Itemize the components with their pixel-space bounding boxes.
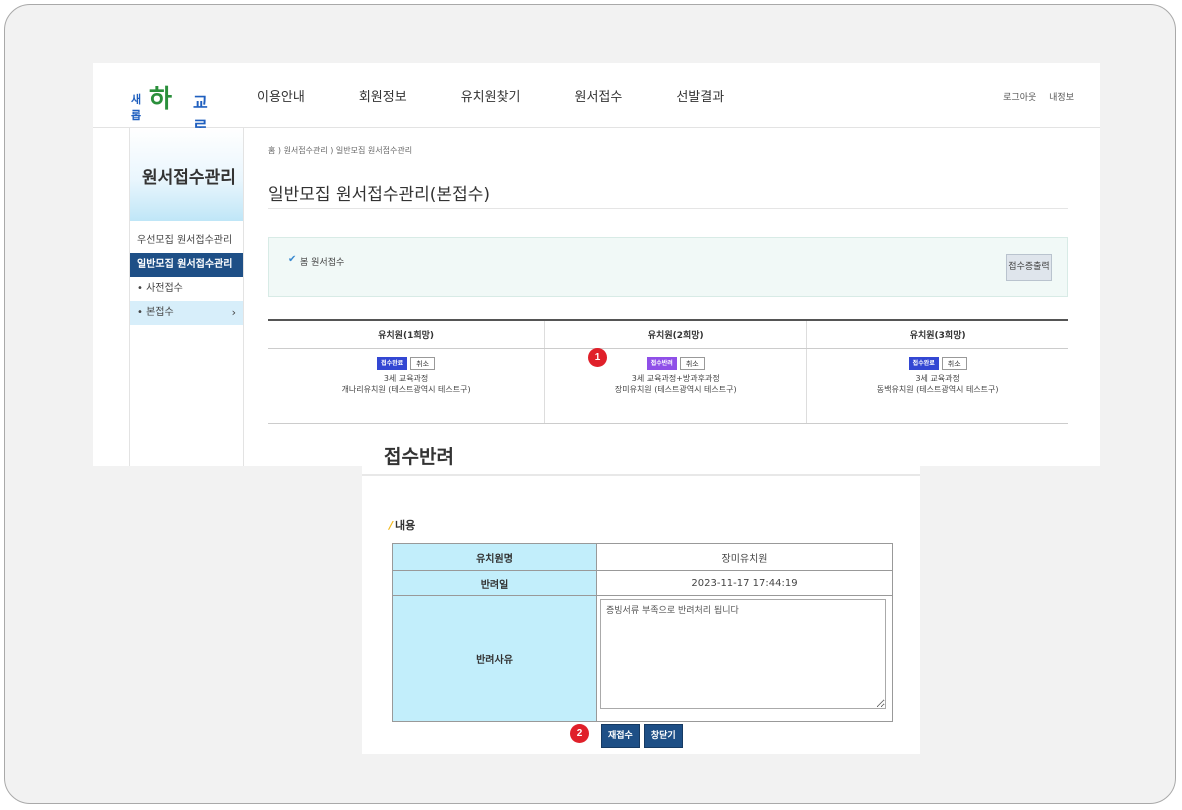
column-header: 유치원(1희망) <box>268 319 545 349</box>
table-row: 유치원명 장미유치원 <box>392 543 893 571</box>
status-badge[interactable]: 접수반려 <box>646 357 677 370</box>
sidebar-subitem-main-label: • 본접수 <box>137 307 174 318</box>
reject-info-table: 유치원명 장미유치원 반려일 2023-11-17 17:44:19 반려사유 … <box>392 543 893 722</box>
row-label: 반려사유 <box>392 595 597 722</box>
notice-box: ✔ 봄 원서접수 접수증출력 <box>268 237 1068 297</box>
notice-label: 봄 원서접수 <box>300 258 345 268</box>
print-receipt-button[interactable]: 접수증출력 <box>1006 254 1052 281</box>
reject-popup: 접수반려 / 내용 유치원명 장미유치원 반려일 2023-11-17 17:44… <box>362 432 920 754</box>
popup-divider <box>362 474 920 476</box>
row-value: 증빙서류 부족으로 반려처리 됩니다 <box>596 595 893 722</box>
logo-main-text: 하 <box>149 79 172 115</box>
reject-reason-textarea[interactable]: 증빙서류 부족으로 반려처리 됩니다 <box>600 599 886 709</box>
cancel-button[interactable]: 취소 <box>941 357 967 370</box>
cancel-button[interactable]: 취소 <box>410 357 436 370</box>
sidebar-subitem-pre-label: • 사전접수 <box>137 283 183 294</box>
course-text: 3세 교육과정 <box>383 374 429 383</box>
screenshot-frame: 새롭 하 교로 이용안내 회원정보 유치원찾기 원서접수 선발결과 로그아웃 내… <box>4 4 1176 804</box>
nav-item-member[interactable]: 회원정보 <box>359 86 407 105</box>
sidebar-subitem-pre[interactable]: • 사전접수 <box>130 277 243 301</box>
logo-small-text: 새롭 <box>131 93 142 122</box>
status-badge: 접수완료 <box>908 357 939 370</box>
top-navigation: 새롭 하 교로 이용안내 회원정보 유치원찾기 원서접수 선발결과 로그아웃 내… <box>93 63 1100 136</box>
nav-item-find[interactable]: 유치원찾기 <box>461 86 521 105</box>
resubmit-button[interactable]: 재접수 <box>601 724 640 748</box>
logo-green-glyph: 하 <box>149 84 172 113</box>
sidebar: 원서접수관리 우선모집 원서접수관리 일반모집 원서접수관리 • 사전접수 • … <box>129 128 244 466</box>
nav-item-guide[interactable]: 이용안내 <box>257 86 305 105</box>
status-badge: 접수완료 <box>377 357 408 370</box>
row-value: 장미유치원 <box>596 543 893 571</box>
popup-title: 접수반려 <box>384 446 454 468</box>
row-label: 반려일 <box>392 570 597 596</box>
my-info-link[interactable]: 내정보 <box>1049 93 1074 103</box>
logout-link[interactable]: 로그아웃 <box>1003 93 1036 103</box>
school-text: 동백유치원 (테스트광역시 테스트구) <box>876 385 999 394</box>
step-marker-2: 2 <box>570 724 589 743</box>
school-text: 장미유치원 (테스트광역시 테스트구) <box>614 385 737 394</box>
popup-buttons: 재접수 창닫기 <box>601 724 687 748</box>
utility-links: 로그아웃 내정보 <box>993 90 1074 103</box>
table-header-row: 유치원(1희망) 유치원(2희망) 유치원(3희망) <box>268 319 1068 349</box>
preference-table: 유치원(1희망) 유치원(2희망) 유치원(3희망) 접수완료 취소 3세 교육과… <box>268 319 1068 424</box>
table-row: 접수완료 취소 3세 교육과정 개나리유치원 (테스트광역시 테스트구) 접수반려 취… <box>268 348 1068 424</box>
sidebar-item-priority[interactable]: 우선모집 원서접수관리 <box>130 229 243 253</box>
sidebar-item-general[interactable]: 일반모집 원서접수관리 <box>130 253 243 277</box>
table-row: 반려사유 증빙서류 부족으로 반려처리 됩니다 <box>392 595 893 722</box>
main-nav: 이용안내 회원정보 유치원찾기 원서접수 선발결과 <box>257 86 778 105</box>
row-value: 2023-11-17 17:44:19 <box>596 570 893 596</box>
school-text: 개나리유치원 (테스트광역시 테스트구) <box>341 385 471 394</box>
sidebar-title: 원서접수관리 <box>142 168 236 188</box>
check-circle-icon: ✔ <box>288 254 297 265</box>
pencil-mark-icon: / <box>389 519 394 532</box>
app-window: 새롭 하 교로 이용안내 회원정보 유치원찾기 원서접수 선발결과 로그아웃 내… <box>93 63 1100 466</box>
sidebar-subitem-main[interactable]: • 본접수 › <box>130 301 243 325</box>
nav-item-application[interactable]: 원서접수 <box>575 86 623 105</box>
preference-cell-2: 접수반려 취소 3세 교육과정+방과후과정장미유치원 (테스트광역시 테스트구) <box>544 348 807 424</box>
course-text: 3세 교육과정 <box>915 374 960 383</box>
table-row: 반려일 2023-11-17 17:44:19 <box>392 570 893 596</box>
column-header: 유치원(3희망) <box>806 319 1068 349</box>
preference-cell-1: 접수완료 취소 3세 교육과정개나리유치원 (테스트광역시 테스트구) <box>268 348 545 424</box>
page-title: 일반모집 원서접수관리(본접수) <box>268 185 490 205</box>
section-title-text: 내용 <box>395 519 416 532</box>
sidebar-menu: 우선모집 원서접수관리 일반모집 원서접수관리 • 사전접수 • 본접수 › <box>130 229 243 325</box>
step-marker-1: 1 <box>588 348 607 367</box>
section-title: / 내용 <box>389 517 415 533</box>
preference-cell-3: 접수완료 취소 3세 교육과정동백유치원 (테스트광역시 테스트구) <box>806 348 1068 424</box>
title-divider <box>268 208 1068 209</box>
close-window-button[interactable]: 창닫기 <box>643 724 683 748</box>
chevron-right-icon: › <box>231 306 236 319</box>
breadcrumb: 홈 ) 원서접수관리 ) 일반모집 원서접수관리 <box>268 146 413 155</box>
nav-item-results[interactable]: 선발결과 <box>676 86 724 105</box>
cancel-button[interactable]: 취소 <box>679 357 705 370</box>
sidebar-header: 원서접수관리 <box>130 128 243 221</box>
course-text: 3세 교육과정+방과후과정 <box>631 374 720 383</box>
row-label: 유치원명 <box>392 543 597 571</box>
column-header: 유치원(2희망) <box>544 319 807 349</box>
